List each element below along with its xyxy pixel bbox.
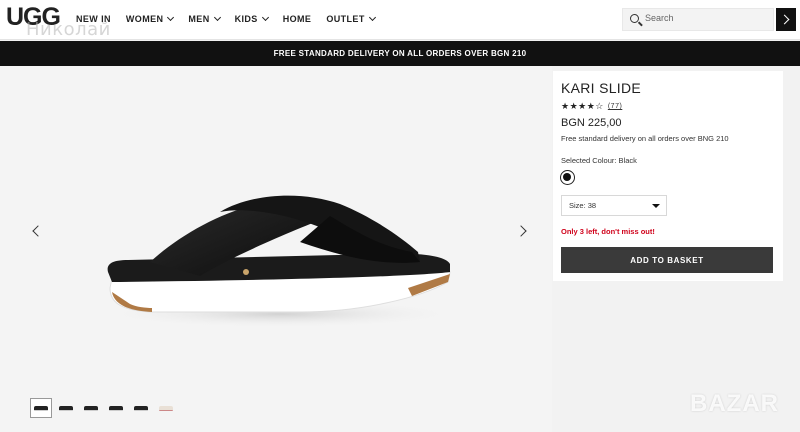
thumbnail-image <box>109 405 123 411</box>
stock-message: Only 3 left, don't miss out! <box>561 227 655 236</box>
nav-item-new-in[interactable]: NEW IN <box>76 14 111 24</box>
thumbnail-strip <box>30 398 177 418</box>
thumbnail[interactable] <box>30 398 52 418</box>
nav-item-outlet[interactable]: OUTLET <box>326 13 376 24</box>
thumbnail-image <box>34 405 48 411</box>
thumbnail-image <box>59 405 73 411</box>
product-gallery <box>0 66 552 432</box>
nav-label: KIDS <box>234 14 258 24</box>
thumbnail[interactable] <box>130 398 152 418</box>
nav-item-home[interactable]: HOME <box>283 14 312 24</box>
add-to-basket-button[interactable]: ADD TO BASKET <box>561 247 773 273</box>
delivery-note: Free standard delivery on all orders ove… <box>561 134 729 143</box>
selected-colour-label: Selected Colour: Black <box>561 156 637 165</box>
promo-banner: FREE STANDARD DELIVERY ON ALL ORDERS OVE… <box>0 41 800 66</box>
bazar-watermark: BAZAR <box>690 390 779 417</box>
search-box <box>622 8 774 31</box>
thumbnail-image <box>134 405 148 411</box>
size-select[interactable]: Size: 38 <box>561 195 667 216</box>
thumbnail[interactable] <box>80 398 102 418</box>
chevron-down-icon <box>213 13 221 22</box>
site-header: UGG Николай NEW IN WOMEN MEN KIDS HOME O… <box>0 0 800 40</box>
thumbnail-image <box>84 405 98 411</box>
thumbnail-image <box>159 405 173 411</box>
product-info-panel: KARI SLIDE ★★★★☆ (77) BGN 225,00 Free st… <box>553 71 783 281</box>
nav-label: NEW IN <box>76 14 111 24</box>
chevron-down-icon <box>368 13 376 22</box>
nav-label: OUTLET <box>326 14 365 24</box>
rating: ★★★★☆ (77) <box>561 101 622 112</box>
search-icon <box>630 14 639 23</box>
chevron-down-icon <box>261 13 269 22</box>
nav-label: WOMEN <box>125 14 164 24</box>
thumbnail[interactable] <box>105 398 127 418</box>
main-nav: NEW IN WOMEN MEN KIDS HOME OUTLET <box>76 13 390 24</box>
product-price: BGN 225,00 <box>561 117 622 129</box>
nav-item-men[interactable]: MEN <box>188 13 221 24</box>
star-rating-icon: ★★★★☆ <box>561 101 604 111</box>
colour-swatch-black[interactable] <box>560 170 575 185</box>
thumbnail[interactable] <box>55 398 77 418</box>
review-count-link[interactable]: (77) <box>608 103 622 110</box>
search-submit-button[interactable] <box>776 8 796 31</box>
thumbnail[interactable] <box>155 398 177 418</box>
caret-down-icon <box>652 204 660 208</box>
product-image <box>100 195 460 328</box>
product-title: KARI SLIDE <box>561 80 642 96</box>
nav-item-women[interactable]: WOMEN <box>125 13 175 24</box>
size-select-value: Size: 38 <box>569 201 597 210</box>
chevron-down-icon <box>167 13 175 22</box>
nav-item-kids[interactable]: KIDS <box>234 13 269 24</box>
nav-label: HOME <box>282 14 312 24</box>
nav-label: MEN <box>188 14 210 24</box>
search-input[interactable] <box>645 13 770 23</box>
